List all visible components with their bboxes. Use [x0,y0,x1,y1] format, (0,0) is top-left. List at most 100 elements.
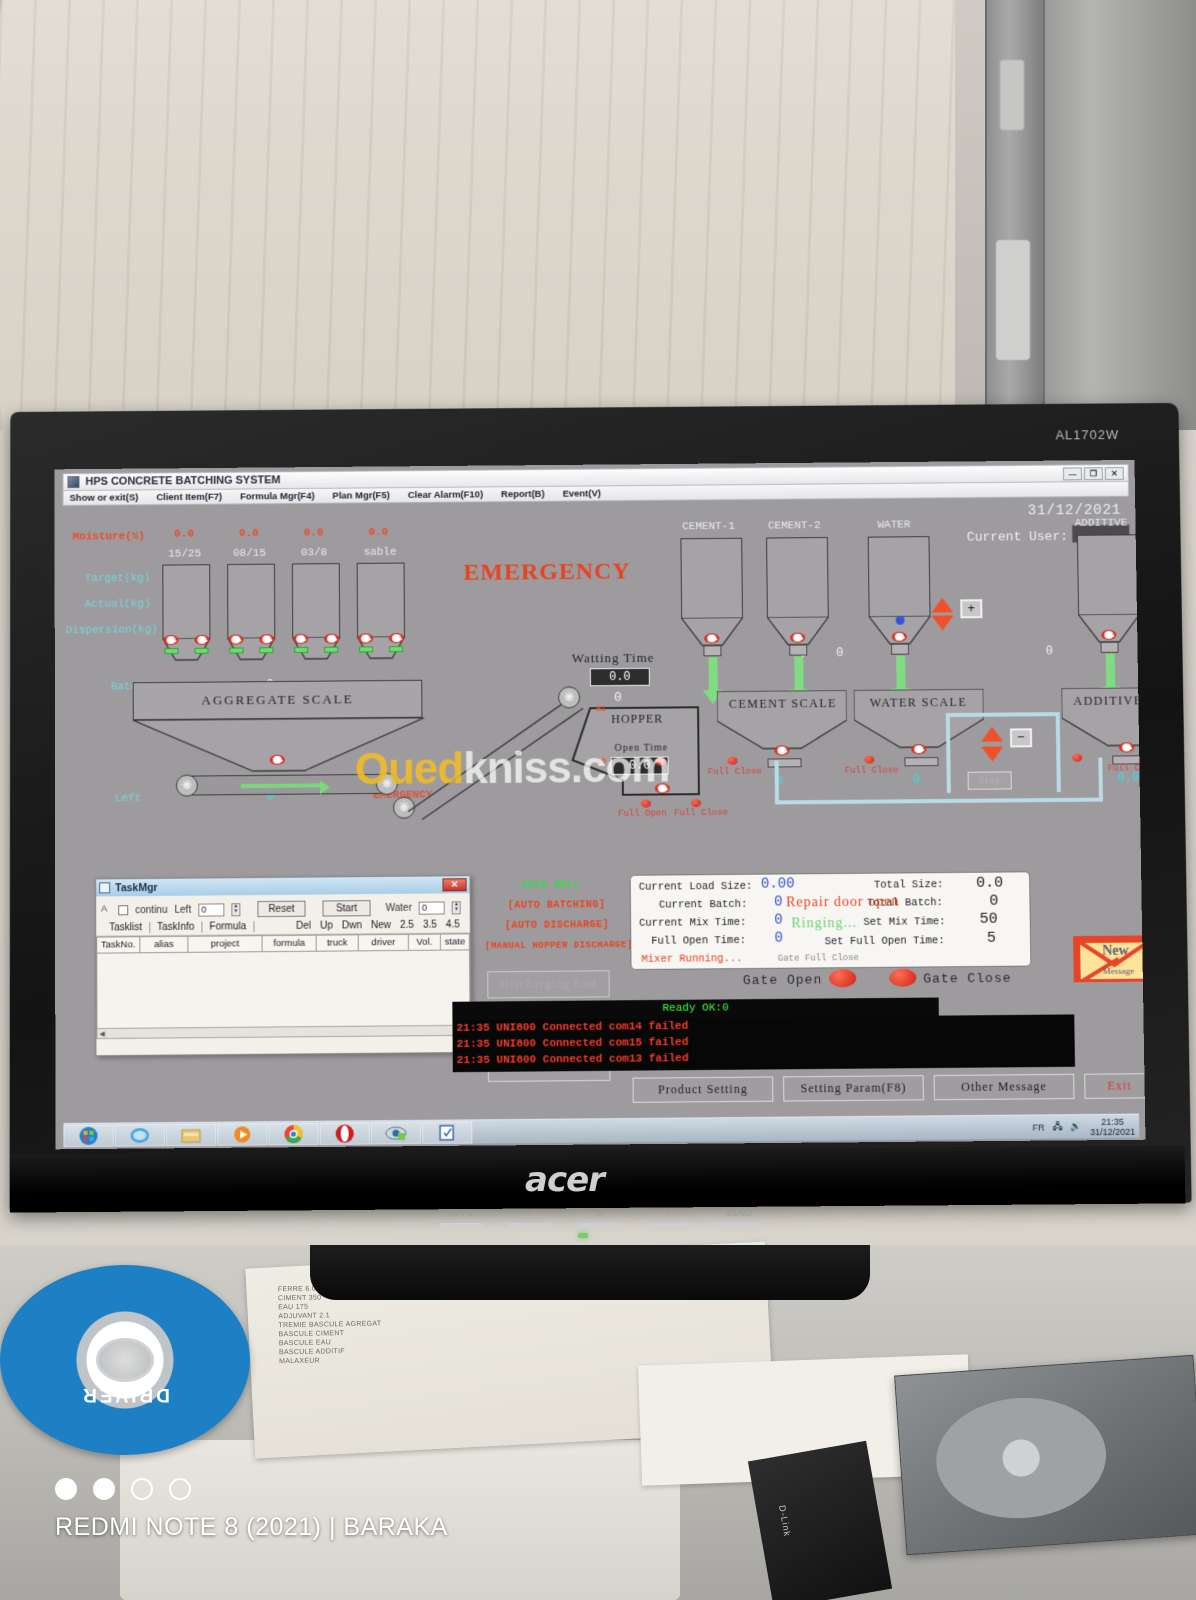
chrome-icon[interactable] [268,1122,319,1145]
status-value-current-mix-time: 0 [774,912,783,929]
taskmgr-task-grid[interactable] [96,950,471,1029]
silo-2[interactable] [868,536,931,655]
cmd-vol-35[interactable]: 3.5 [423,920,437,931]
taskmgr-water-spinner[interactable]: ▲ ▼ [451,900,462,914]
carousel-dot-3[interactable] [131,1478,153,1500]
menu-item-client-item[interactable]: Client Item(F7) [156,491,222,502]
new-message-indicator[interactable]: New Message [1073,935,1146,983]
bin-valve-right-0[interactable] [194,634,210,645]
network-tray-icon[interactable]: 🖧 [1052,1119,1062,1135]
taskmgr-horizontal-scrollbar[interactable]: ◀▶ [96,1024,471,1040]
minimize-button[interactable]: — [1062,466,1083,480]
silo-valve-2[interactable] [891,631,907,642]
carousel-dot-4[interactable] [169,1478,191,1500]
bin-valve-right-3[interactable] [388,633,405,644]
bin-valve-right-1[interactable] [259,634,275,645]
cmd-vol-45[interactable]: 4.5 [446,919,460,930]
product-setting-button[interactable]: Product Setting [632,1076,774,1103]
discharging-end-button[interactable]: Discharging End [487,970,610,999]
aggregate-bin-3[interactable] [357,562,405,666]
bin-valve-left-0[interactable] [163,635,179,646]
water-plus-button[interactable]: + [960,599,983,619]
additive-scale-valve[interactable] [1119,742,1135,753]
bin-valve-right-2[interactable] [324,633,340,644]
aggregate-bin-0[interactable] [162,564,210,667]
taskmgr-close-button[interactable]: ✕ [442,878,467,892]
alarm-log[interactable]: 21:35 UNI800 Connected com14 failed 21:3… [452,1014,1076,1073]
taskmgr-continu-checkbox[interactable] [118,905,129,916]
exit-button[interactable]: Exit [1084,1073,1146,1099]
cmd-dwn[interactable]: Dwn [342,920,362,931]
bin-valve-left-3[interactable] [358,633,374,644]
cmd-up[interactable]: Up [320,920,333,931]
taskmgr-left-input[interactable]: 0 [198,902,225,917]
other-message-button[interactable]: Other Message [933,1073,1075,1101]
cement-scale-valve[interactable] [774,745,790,756]
window-controls[interactable]: — ❐ ✕ [1062,466,1124,480]
taskmgr-toolbar[interactable]: continu Left 0 ▲ ▼ Reset Start Water 0 ▲ ▼ [96,893,470,920]
close-button[interactable]: ✕ [1104,466,1124,480]
status-value-set-mix-time: 50 [979,910,998,928]
cmd-vol-25[interactable]: 2.5 [400,920,414,931]
aggregate-discharge-valve[interactable] [269,754,285,765]
gate-open-lamp[interactable] [828,969,857,988]
language-indicator[interactable]: FR [1032,1122,1044,1132]
taskmgr-window[interactable]: TaskMgr ✕ A continu Left 0 ▲ ▼ Reset Star… [95,875,472,1057]
aggregate-bin-1[interactable] [227,563,275,667]
silo-3[interactable] [1077,534,1141,653]
osd-power-button[interactable] [579,1223,621,1229]
setting-param-button[interactable]: Setting Param(F8) [783,1075,924,1102]
watting-time-value[interactable]: 0.0 [589,667,650,687]
silo-0[interactable] [680,537,743,657]
explorer-folder-icon[interactable] [165,1123,217,1146]
carousel-dot-2[interactable] [93,1478,115,1500]
water-increase-arrow[interactable] [931,597,954,613]
osd-left-button[interactable] [509,1223,552,1229]
opera-icon[interactable] [319,1121,370,1145]
scroll-left-arrow[interactable]: ◀ [97,1029,104,1037]
menu-item-formula-mgr[interactable]: Formula Mgr(F4) [240,490,315,502]
tab-formula[interactable]: Formula [202,921,255,933]
water-decrease-arrow[interactable] [931,615,954,631]
notepad-icon[interactable] [421,1120,473,1144]
aggregate-scale[interactable]: AGGREGATE SCALE [132,679,423,721]
osd-menu-button[interactable] [718,1223,760,1229]
maximize-button[interactable]: ❐ [1083,466,1103,480]
tab-tasklist[interactable]: Tasklist [102,922,151,934]
internet-explorer-icon[interactable] [114,1123,165,1147]
taskbar-clock[interactable]: 21:35 31/12/2021 [1090,1116,1135,1136]
media-player-icon[interactable] [217,1122,268,1146]
taskmgr-start-button[interactable]: Start [322,900,371,917]
silo-1[interactable] [766,536,829,656]
monitor-osd-buttons[interactable]: AUTO < ⏻ > MENU [440,1209,760,1245]
tab-taskinfo[interactable]: TaskInfo [150,921,203,934]
menu-item-report[interactable]: Report(B) [501,488,545,499]
menu-item-event[interactable]: Event(V) [563,488,601,499]
silo-valve-0[interactable] [704,633,720,644]
carousel-dot-1[interactable] [55,1478,77,1500]
start-orb-icon[interactable] [63,1124,114,1147]
silo-valve-1[interactable] [790,632,806,643]
gate-close-lamp[interactable] [889,968,917,987]
taskmgr-reset-button[interactable]: Reset [257,900,306,918]
bin-valve-left-1[interactable] [228,634,244,645]
osd-auto-button[interactable] [440,1223,482,1229]
bin-valve-left-2[interactable] [293,633,309,645]
cmd-new[interactable]: New [371,920,391,931]
menu-item-show-or-exit[interactable]: Show or exit(S) [70,492,139,504]
taskmgr-commands[interactable]: Del Up Dwn New 2.5 3.5 4.5 [296,919,464,932]
taskmgr-water-input[interactable]: 0 [418,900,445,915]
additive-scale-label: ADDITIVE SCALE [1073,693,1145,708]
cmd-del[interactable]: Del [296,921,311,932]
silo-valve-3[interactable] [1101,629,1117,640]
hopper-discharge-valve[interactable] [654,783,670,794]
taskmgr-left-spinner[interactable]: ▲ ▼ [231,902,241,916]
volume-tray-icon[interactable]: 🔊 [1071,1121,1082,1132]
photo-viewer-icon[interactable] [370,1121,422,1145]
photo-carousel-dots[interactable] [55,1478,191,1500]
menu-item-plan-mgr[interactable]: Plan Mgr(F5) [332,490,389,501]
aggregate-bin-2[interactable] [292,563,340,666]
osd-right-button[interactable] [648,1223,691,1229]
system-tray[interactable]: FR 🖧 🔊 21:35 31/12/2021 [1032,1116,1139,1137]
menu-item-clear-alarm[interactable]: Clear Alarm(F10) [408,489,483,501]
